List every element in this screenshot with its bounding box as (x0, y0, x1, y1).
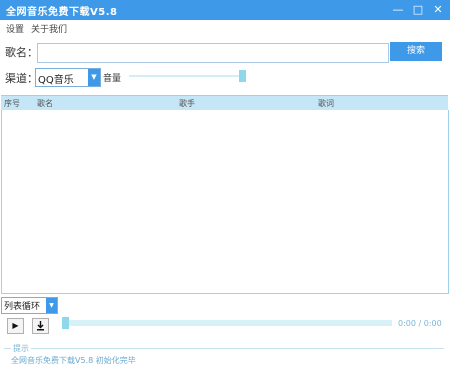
menu-settings[interactable]: 设置 (6, 22, 24, 35)
column-header-song[interactable]: 歌名 (37, 98, 53, 109)
close-button[interactable]: ✕ (428, 0, 448, 20)
minimize-button[interactable]: — (388, 0, 408, 20)
volume-slider-thumb[interactable] (239, 70, 246, 82)
song-name-input[interactable] (37, 43, 389, 63)
play-mode-value: 列表循环 (4, 302, 41, 312)
search-button[interactable]: 搜索 (390, 42, 442, 61)
hint-legend: 提示 (11, 343, 31, 354)
download-icon (37, 321, 44, 331)
chevron-down-icon[interactable]: ▼ (88, 69, 100, 86)
playback-time: 0:00 / 0:00 (398, 319, 442, 328)
playback-progress-track[interactable] (64, 320, 392, 326)
hint-panel: 提示 全网音乐免费下载V5.8 初始化完毕 (4, 343, 444, 371)
window-title: 全网音乐免费下载V5.8 (6, 7, 118, 18)
chevron-down-icon[interactable]: ▼ (46, 298, 57, 313)
column-header-lyrics[interactable]: 歌词 (318, 98, 334, 109)
play-icon: ▶ (12, 321, 19, 330)
menu-about[interactable]: 关于我们 (31, 22, 67, 35)
play-mode-select[interactable]: 列表循环 ▼ (1, 297, 58, 314)
song-table-header: 序号 歌名 歌手 歌词 (1, 95, 448, 110)
play-button[interactable]: ▶ (7, 318, 24, 334)
menu-bar: 设置 关于我们 (0, 20, 450, 36)
channel-selected-value: QQ音乐 (38, 75, 74, 86)
download-button[interactable] (32, 318, 49, 334)
song-name-label: 歌名： (5, 46, 38, 59)
playback-progress-thumb[interactable] (62, 317, 69, 329)
hint-message: 全网音乐免费下载V5.8 初始化完毕 (11, 356, 136, 365)
channel-select[interactable]: QQ音乐 ▼ (35, 68, 101, 87)
maximize-button[interactable]: □ (408, 0, 428, 20)
title-bar: 全网音乐免费下载V5.8 — □ ✕ (0, 0, 450, 20)
volume-label: 音量 (103, 74, 122, 84)
column-header-artist[interactable]: 歌手 (179, 98, 195, 109)
volume-slider-track[interactable] (129, 75, 241, 77)
channel-label: 渠道： (5, 72, 38, 85)
song-table-body[interactable] (1, 110, 449, 294)
column-header-index[interactable]: 序号 (4, 98, 20, 109)
